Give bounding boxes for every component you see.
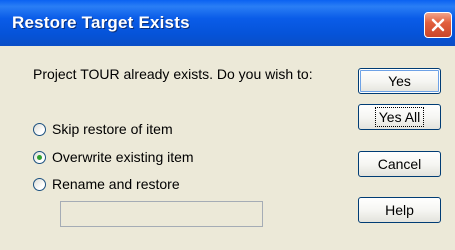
radio-button-selected[interactable]: [33, 150, 46, 164]
option-overwrite-existing[interactable]: Overwrite existing item: [33, 148, 194, 166]
radio-selected-dot: [37, 154, 42, 160]
dialog-title: Restore Target Exists: [12, 13, 190, 32]
dialog-message: Project TOUR already exists. Do you wish…: [33, 66, 313, 82]
yes-all-label: Yes All: [374, 107, 425, 127]
restore-target-exists-dialog: Restore Target Exists Project TOUR alrea…: [0, 0, 455, 250]
yes-button[interactable]: Yes: [358, 68, 441, 94]
close-icon: [431, 18, 445, 32]
radio-button[interactable]: [33, 177, 46, 191]
yes-all-button[interactable]: Yes All: [358, 104, 441, 130]
option-label[interactable]: Rename and restore: [52, 176, 180, 192]
option-label[interactable]: Skip restore of item: [52, 121, 173, 137]
radio-button[interactable]: [33, 122, 46, 136]
rename-field[interactable]: [60, 201, 263, 227]
title-bar[interactable]: Restore Target Exists: [0, 0, 455, 46]
option-rename-and-restore[interactable]: Rename and restore: [33, 175, 180, 193]
help-button[interactable]: Help: [358, 197, 441, 223]
close-button[interactable]: [424, 12, 452, 38]
cancel-button[interactable]: Cancel: [358, 151, 441, 177]
option-label[interactable]: Overwrite existing item: [52, 149, 194, 165]
option-skip-restore[interactable]: Skip restore of item: [33, 120, 173, 138]
